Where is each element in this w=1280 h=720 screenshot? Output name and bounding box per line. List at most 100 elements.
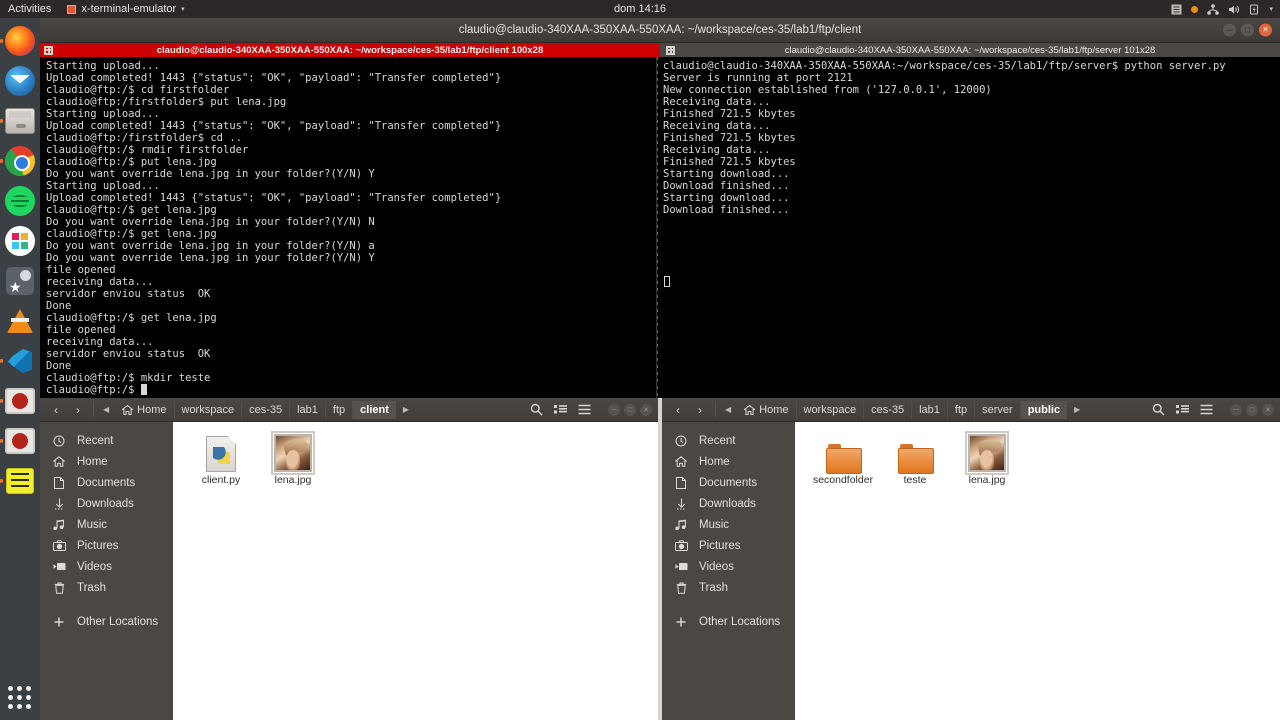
breadcrumb-item-ces-35-right[interactable]: ces-35 xyxy=(863,400,911,419)
launcher-item-terminal[interactable] xyxy=(3,384,37,418)
sidebar-item-music-right[interactable]: Music xyxy=(662,514,795,535)
file-item[interactable]: secondfolder xyxy=(811,432,875,486)
sidebar-item-trash-right[interactable]: Trash xyxy=(662,577,795,598)
sidebar-item-home-right[interactable]: Home xyxy=(662,451,795,472)
terminal-titlebar[interactable]: claudio@claudio-340XAA-350XAA-550XAA: ~/… xyxy=(40,18,1280,43)
top-panel: Activities x-terminal-emulator ▾ dom 14:… xyxy=(0,0,1280,18)
image-file-icon xyxy=(271,431,315,475)
search-icon-right[interactable] xyxy=(1152,403,1165,416)
breadcrumb-scroll-right-right[interactable]: ▶ xyxy=(1069,405,1085,414)
sidebar-label-trash-right: Trash xyxy=(699,581,728,594)
breadcrumb-item-server-right[interactable]: server xyxy=(974,400,1020,419)
minimize-button[interactable] xyxy=(1223,23,1236,37)
sidebar-item-pictures[interactable]: Pictures xyxy=(40,535,173,556)
breadcrumb-item-workspace-right[interactable]: workspace xyxy=(795,400,864,419)
breadcrumb-item-home[interactable]: Home xyxy=(115,401,173,419)
breadcrumb-item-lab1[interactable]: lab1 xyxy=(289,400,325,419)
sidebar-item-documents-right[interactable]: Documents xyxy=(662,472,795,493)
download-icon xyxy=(674,498,688,510)
file-item[interactable]: lena.jpg xyxy=(955,431,1019,486)
breadcrumb-item-client[interactable]: client xyxy=(352,400,396,419)
grid-view-icon[interactable] xyxy=(554,404,567,415)
sidebar-item-trash[interactable]: Trash xyxy=(40,577,173,598)
launcher-item-chrome[interactable] xyxy=(3,144,37,178)
launcher-item-vscode[interactable] xyxy=(3,344,37,378)
terminal-tab-icon xyxy=(44,45,53,55)
breadcrumb-item-ftp[interactable]: ftp xyxy=(324,400,352,419)
sidebar-item-pictures-right[interactable]: Pictures xyxy=(662,535,795,556)
clock[interactable]: dom 14:16 xyxy=(0,3,1280,15)
launcher-item-terminal-2[interactable] xyxy=(3,424,37,458)
unity-launcher xyxy=(0,18,40,720)
plus-icon xyxy=(52,616,66,628)
sidebar-item-downloads[interactable]: Downloads xyxy=(40,493,173,514)
terminal-window-controls xyxy=(1223,23,1272,37)
breadcrumb-item-ces-35[interactable]: ces-35 xyxy=(241,400,289,419)
sidebar-item-music[interactable]: Music xyxy=(40,514,173,535)
sidebar-item-videos-right[interactable]: Videos xyxy=(662,556,795,577)
music-icon xyxy=(674,519,688,531)
file-manager-client-files[interactable]: client.py lena.jpg xyxy=(173,422,658,720)
home-icon xyxy=(674,456,688,467)
file-manager-server: ‹ › ◀ Home workspace ces-35 lab1 ftp ser… xyxy=(662,398,1280,720)
folder-icon xyxy=(896,432,934,474)
close-button-fm-left[interactable] xyxy=(640,403,652,416)
maximize-button-fm-right[interactable] xyxy=(1246,403,1258,416)
hamburger-menu-icon[interactable] xyxy=(578,404,591,415)
sidebar-item-downloads-right[interactable]: Downloads xyxy=(662,493,795,514)
file-manager-server-files[interactable]: secondfolder teste lena.jpg xyxy=(795,422,1280,720)
file-item[interactable]: teste xyxy=(883,432,947,486)
sidebar-item-videos[interactable]: Videos xyxy=(40,556,173,577)
breadcrumb-item-home-right[interactable]: Home xyxy=(737,401,795,419)
launcher-item-vlc[interactable] xyxy=(3,304,37,338)
grid-view-icon-right[interactable] xyxy=(1176,404,1189,415)
close-button-fm-right[interactable] xyxy=(1262,403,1274,416)
sidebar-item-home[interactable]: Home xyxy=(40,451,173,472)
clock-icon xyxy=(52,435,66,447)
dropdown-arrow-icon[interactable]: ▾ xyxy=(1269,5,1273,13)
maximize-button[interactable] xyxy=(1241,23,1254,37)
launcher-item-notes[interactable] xyxy=(3,464,37,498)
file-item-label: lena.jpg xyxy=(274,474,312,486)
search-icon[interactable] xyxy=(530,403,543,416)
terminal-pane-client[interactable]: Starting upload... Upload completed! 144… xyxy=(40,57,657,398)
breadcrumb-item-ftp-right[interactable]: ftp xyxy=(946,400,974,419)
launcher-item-files[interactable] xyxy=(3,104,37,138)
sidebar-item-documents[interactable]: Documents xyxy=(40,472,173,493)
hamburger-menu-icon-right[interactable] xyxy=(1200,404,1213,415)
terminal-window: claudio@claudio-340XAA-350XAA-550XAA: ~/… xyxy=(40,18,1280,398)
sidebar-item-recent[interactable]: Recent xyxy=(40,430,173,451)
file-manager-client: ‹ › ◀ Home workspace ces-35 lab1 ftp cli… xyxy=(40,398,658,720)
close-button[interactable] xyxy=(1259,23,1272,37)
breadcrumb-item-lab1-right[interactable]: lab1 xyxy=(911,400,947,419)
file-item[interactable]: client.py xyxy=(189,432,253,486)
back-button[interactable]: ‹ xyxy=(46,401,66,419)
launcher-item-thunderbird[interactable] xyxy=(3,64,37,98)
breadcrumb-item-public-right[interactable]: public xyxy=(1019,400,1068,419)
sidebar-item-other-locations[interactable]: Other Locations xyxy=(40,611,173,632)
minimize-button-fm-right[interactable] xyxy=(1230,403,1242,416)
file-item[interactable]: lena.jpg xyxy=(261,431,325,486)
breadcrumb-scroll-left[interactable]: ◀ xyxy=(99,405,113,414)
forward-button-right[interactable]: › xyxy=(690,401,710,419)
minimize-button-fm-left[interactable] xyxy=(608,403,620,416)
sidebar-item-recent-right[interactable]: Recent xyxy=(662,430,795,451)
terminal-tab-server[interactable]: claudio@claudio-340XAA-350XAA-550XAA: ~/… xyxy=(660,43,1280,57)
terminal-pane-server[interactable]: claudio@claudio-340XAA-350XAA-550XAA:~/w… xyxy=(657,57,1279,398)
sidebar-item-other-locations-right[interactable]: Other Locations xyxy=(662,611,795,632)
terminal-tab-client[interactable]: claudio@claudio-340XAA-350XAA-550XAA: ~/… xyxy=(40,43,660,57)
forward-button[interactable]: › xyxy=(68,401,88,419)
launcher-item-spotify[interactable] xyxy=(3,184,37,218)
back-button-right[interactable]: ‹ xyxy=(668,401,688,419)
thunderbird-icon xyxy=(5,66,35,96)
breadcrumb-scroll-right[interactable]: ▶ xyxy=(398,405,414,414)
breadcrumb-scroll-left-right[interactable]: ◀ xyxy=(721,405,735,414)
breadcrumb-item-workspace[interactable]: workspace xyxy=(173,400,242,419)
launcher-item-slack[interactable] xyxy=(3,224,37,258)
maximize-button-fm-left[interactable] xyxy=(624,403,636,416)
sidebar-label-recent-right: Recent xyxy=(699,434,736,447)
launcher-item-software-center[interactable] xyxy=(3,264,37,298)
show-applications-button[interactable] xyxy=(8,686,32,710)
launcher-item-firefox[interactable] xyxy=(3,24,37,58)
sidebar-label-downloads-right: Downloads xyxy=(699,497,756,510)
